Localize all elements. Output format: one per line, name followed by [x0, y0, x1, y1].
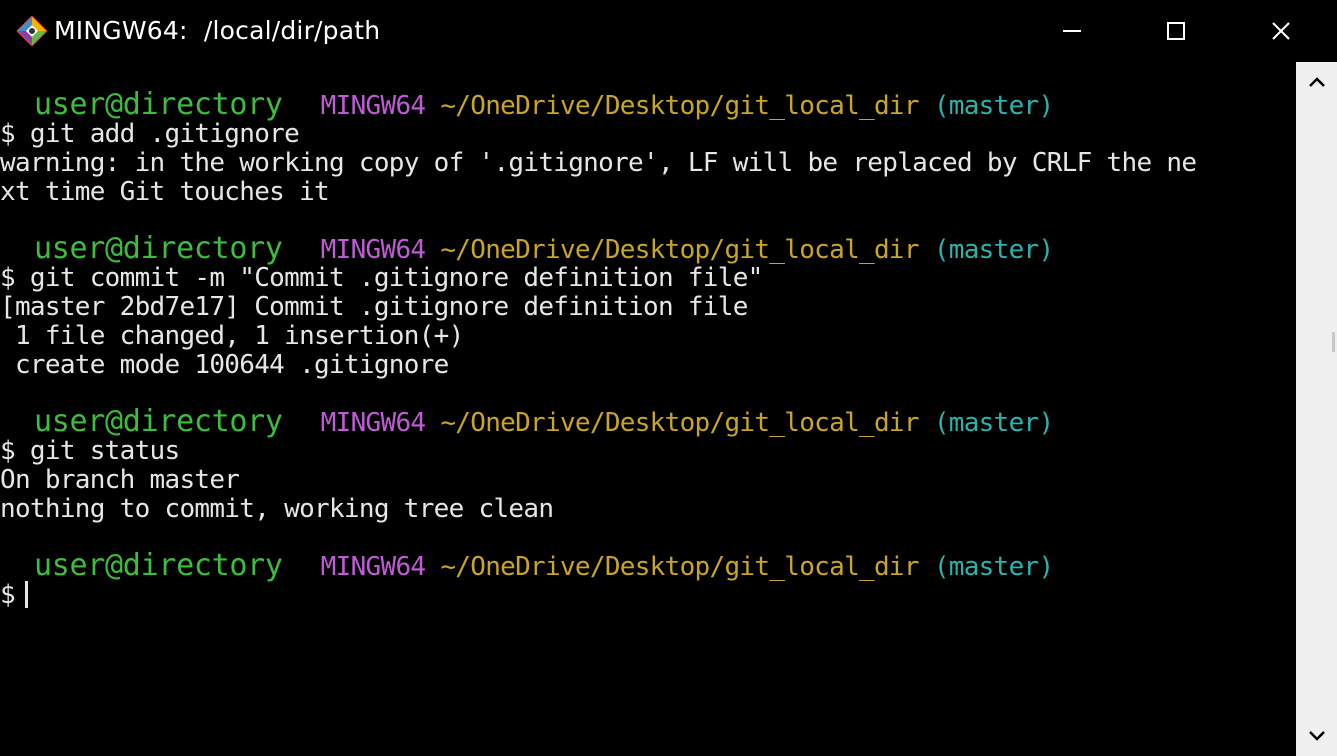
- prompt-user: user@directory: [34, 87, 283, 122]
- text-cursor: [24, 581, 28, 608]
- output-line: 1 file changed, 1 insertion(+): [0, 321, 464, 351]
- prompt-system: MINGW64: [320, 235, 426, 265]
- prompt-line: user@directory MINGW64 ~/OneDrive/Desktop…: [0, 548, 1054, 583]
- chevron-up-icon: [1308, 77, 1325, 87]
- output-line: On branch master: [0, 465, 240, 495]
- prompt-system: MINGW64: [320, 552, 426, 582]
- prompt-system: MINGW64: [320, 408, 426, 438]
- prompt-symbol: $: [0, 580, 16, 610]
- scroll-down-button[interactable]: [1296, 716, 1337, 756]
- minimize-icon: [1063, 30, 1081, 32]
- close-button[interactable]: [1245, 0, 1317, 62]
- prompt-path: ~/OneDrive/Desktop/git_local_dir: [440, 408, 919, 438]
- prompt-user: user@directory: [34, 404, 283, 439]
- prompt-path: ~/OneDrive/Desktop/git_local_dir: [440, 235, 919, 265]
- prompt-branch: (master): [933, 235, 1054, 265]
- prompt-line: user@directory MINGW64 ~/OneDrive/Desktop…: [0, 87, 1054, 122]
- prompt-path: ~/OneDrive/Desktop/git_local_dir: [440, 91, 919, 121]
- terminal-output[interactable]: user@directory MINGW64 ~/OneDrive/Desktop…: [0, 62, 1296, 756]
- vertical-scrollbar[interactable]: [1296, 62, 1337, 756]
- prompt-system: MINGW64: [320, 91, 426, 121]
- maximize-button[interactable]: [1140, 0, 1212, 62]
- output-line: warning: in the working copy of '.gitign…: [0, 148, 1197, 178]
- output-line: xt time Git touches it: [0, 177, 330, 207]
- input-line[interactable]: $: [0, 581, 28, 610]
- title-bar: MINGW64: /local/dir/path: [0, 0, 1337, 62]
- git-bash-icon: [16, 15, 48, 47]
- scroll-thumb[interactable]: [1332, 332, 1335, 352]
- prompt-user: user@directory: [34, 548, 283, 583]
- prompt-path: ~/OneDrive/Desktop/git_local_dir: [440, 552, 919, 582]
- prompt-user: user@directory: [34, 231, 283, 266]
- minimize-button[interactable]: [1036, 0, 1108, 62]
- scroll-up-button[interactable]: [1296, 62, 1337, 102]
- window-title: MINGW64: /local/dir/path: [54, 16, 381, 45]
- prompt-branch: (master): [933, 408, 1054, 438]
- command-line: $ git status: [0, 436, 180, 466]
- prompt-branch: (master): [933, 552, 1054, 582]
- command-line: $ git commit -m "Commit .gitignore defin…: [0, 263, 763, 293]
- close-icon: [1272, 22, 1290, 40]
- maximize-icon: [1167, 22, 1185, 40]
- prompt-line: user@directory MINGW64 ~/OneDrive/Desktop…: [0, 231, 1054, 266]
- chevron-down-icon: [1308, 731, 1325, 741]
- output-line: create mode 100644 .gitignore: [0, 350, 449, 380]
- output-line: nothing to commit, working tree clean: [0, 494, 554, 524]
- prompt-branch: (master): [933, 91, 1054, 121]
- output-line: [master 2bd7e17] Commit .gitignore defin…: [0, 292, 748, 322]
- command-line: $ git add .gitignore: [0, 119, 300, 149]
- prompt-line: user@directory MINGW64 ~/OneDrive/Desktop…: [0, 404, 1054, 439]
